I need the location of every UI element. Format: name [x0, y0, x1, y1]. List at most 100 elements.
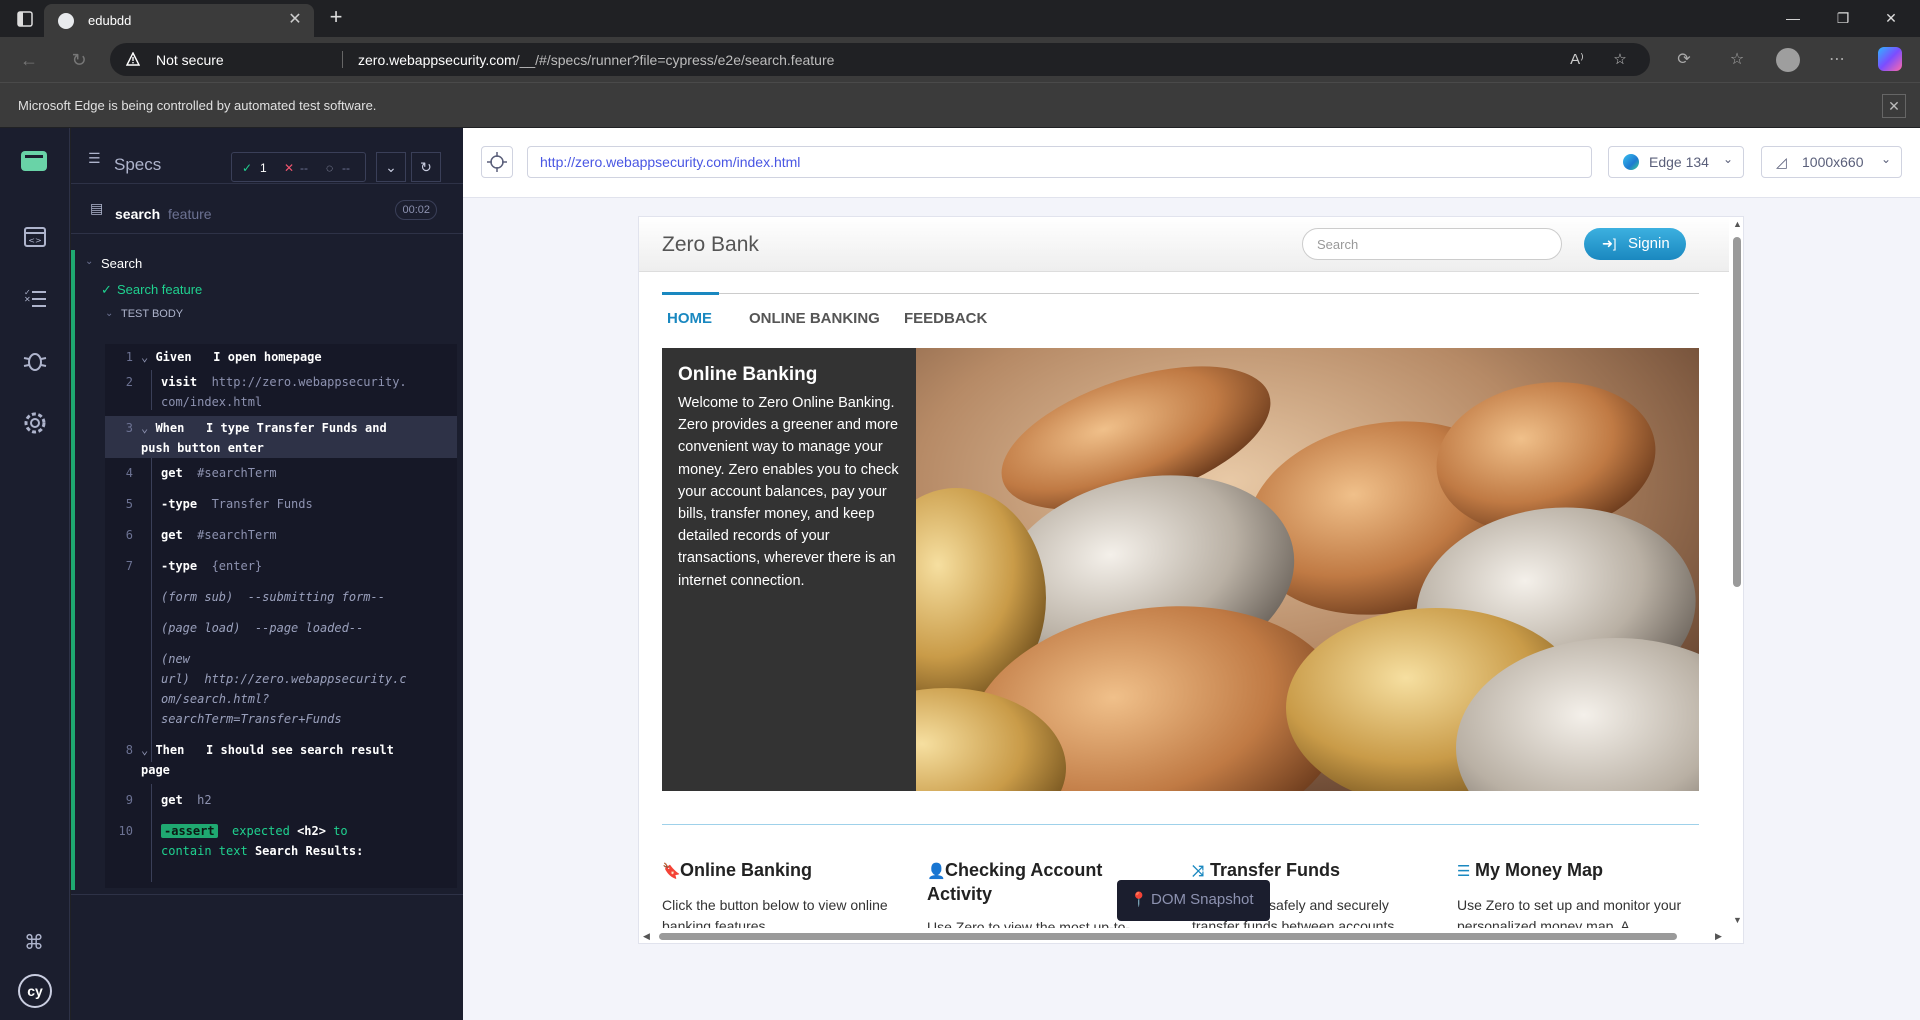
copilot-icon[interactable]: [1878, 47, 1902, 71]
coins-image: [916, 348, 1699, 791]
scroll-thumb[interactable]: [659, 933, 1677, 940]
command-name: visit: [161, 375, 198, 389]
nav-online-banking[interactable]: ONLINE BANKING: [749, 310, 880, 327]
scroll-up-icon[interactable]: ▲: [1733, 219, 1742, 229]
nav-home[interactable]: HOME: [667, 310, 712, 327]
reload-icon[interactable]: ↻: [66, 47, 92, 73]
edge-browser-icon: [1623, 154, 1639, 170]
runner-icon[interactable]: [21, 151, 47, 171]
passed-count: 1: [260, 161, 267, 175]
assert-expected: Search Results:: [254, 844, 364, 858]
site-nav: HOME ONLINE BANKING FEEDBACK: [662, 292, 1699, 333]
tab-title: edubdd: [88, 13, 132, 28]
viewport-selector[interactable]: ◿ 1000x660 ⌄: [1761, 146, 1902, 178]
nav-feedback[interactable]: FEEDBACK: [904, 310, 987, 327]
feature-title: Checking Account Activity: [927, 860, 1103, 904]
close-infobar-icon[interactable]: ✕: [1882, 94, 1906, 118]
aut-header: http://zero.webappsecurity.com/index.htm…: [463, 128, 1920, 198]
step-text: push button enter: [141, 441, 264, 455]
minimize-icon[interactable]: —: [1778, 6, 1808, 30]
scroll-right-icon[interactable]: ▶: [1715, 931, 1722, 942]
assert-message: to: [333, 824, 348, 838]
command-row-active[interactable]: 3 ⌄ When I type Transfer Funds and push b…: [105, 416, 457, 458]
list-icon: ☰: [1457, 863, 1471, 880]
signin-button[interactable]: ➜] Signin: [1584, 228, 1686, 260]
feature-money-map: ☰ My Money Map Use Zero to set up and mon…: [1457, 859, 1697, 937]
cypress-logo-icon: cy: [18, 974, 52, 1008]
svg-text:<>: <>: [28, 236, 41, 245]
back-arrow-icon[interactable]: ←: [16, 47, 42, 73]
horizontal-scrollbar[interactable]: ◀ ▶: [639, 928, 1729, 943]
scroll-down-icon[interactable]: ▼: [1733, 915, 1742, 925]
command-log-reporter: ☰ Specs ✓ 1 ✕ -- ◌ -- ⌄ ↻ ▤ search featu…: [71, 128, 463, 1020]
site-brand[interactable]: Zero Bank: [662, 233, 759, 257]
more-menu-icon[interactable]: ⋯: [1825, 48, 1849, 72]
url-text[interactable]: zero.webappsecurity.com/__/#/specs/runne…: [358, 52, 834, 68]
chevron-down-icon[interactable]: ⌄: [376, 152, 406, 182]
keyboard-shortcuts-icon[interactable]: ⌘: [24, 930, 44, 955]
command-name: get: [161, 528, 183, 542]
suite-title[interactable]: Search: [101, 256, 142, 271]
selector-playground-icon[interactable]: [481, 146, 513, 178]
warning-icon[interactable]: [126, 52, 140, 66]
command-row[interactable]: 1 ⌄ Given I open homepage: [105, 344, 457, 370]
close-tab-icon[interactable]: ✕: [286, 11, 304, 29]
close-window-icon[interactable]: ✕: [1876, 6, 1906, 30]
failed-x-icon: ✕: [284, 161, 295, 175]
feature-title: My Money Map: [1475, 860, 1604, 880]
security-status[interactable]: Not secure: [156, 52, 224, 68]
site-search-input[interactable]: Search: [1302, 228, 1562, 260]
hero-carousel: Online Banking Welcome to Zero Online Ba…: [662, 348, 1699, 791]
debug-bug-icon[interactable]: [20, 346, 50, 376]
favorites-icon[interactable]: ☆: [1725, 48, 1749, 72]
step-text: I type Transfer Funds and: [206, 421, 387, 435]
event-message: --page loaded--: [254, 621, 364, 635]
read-aloud-icon[interactable]: A⁾: [1567, 50, 1587, 70]
event-message: --submitting form--: [247, 590, 385, 604]
line-number: 5: [125, 497, 133, 511]
scroll-left-icon[interactable]: ◀: [643, 931, 650, 942]
specs-label[interactable]: Specs: [114, 155, 161, 175]
viewport-label: 1000x660: [1802, 154, 1864, 170]
body-chevron-icon[interactable]: ⌄: [105, 308, 113, 319]
tab-actions-icon[interactable]: [16, 10, 34, 28]
browser-toolbar: ← ↻ Not secure zero.webappsecurity.com/_…: [0, 37, 1920, 82]
test-title[interactable]: Search feature: [117, 282, 202, 297]
step-keyword: Then: [155, 743, 185, 757]
collapse-chevron-icon[interactable]: ⌄: [85, 256, 93, 267]
browser-tab[interactable]: edubdd ✕: [44, 4, 314, 37]
profile-avatar[interactable]: [1776, 48, 1800, 72]
indent-line: [151, 458, 152, 762]
rerun-icon[interactable]: ↻: [411, 152, 441, 182]
address-bar[interactable]: Not secure zero.webappsecurity.com/__/#/…: [110, 43, 1650, 76]
command-message: Transfer Funds: [211, 497, 313, 511]
event-message: searchTerm=Transfer+Funds: [161, 712, 342, 726]
settings-gear-icon[interactable]: [20, 408, 50, 438]
chevron-down-icon: ⌄: [141, 743, 156, 757]
line-number: 3: [125, 421, 133, 435]
command-name: get: [161, 466, 183, 480]
runs-list-icon[interactable]: ✓ ✕: [20, 284, 50, 314]
command-message: h2: [197, 793, 212, 807]
specs-toggle-icon[interactable]: ☰: [88, 150, 101, 167]
aut-url-bar[interactable]: http://zero.webappsecurity.com/index.htm…: [527, 146, 1592, 178]
failed-count: --: [300, 161, 308, 175]
assert-subject: <h2>: [297, 824, 326, 838]
favorite-star-icon[interactable]: ☆: [1610, 50, 1630, 70]
command-name: get: [161, 793, 183, 807]
vertical-scrollbar[interactable]: ▲ ▼: [1729, 217, 1743, 928]
new-tab-button[interactable]: +: [324, 6, 348, 30]
event-name: url): [161, 672, 190, 686]
specs-icon[interactable]: <>: [20, 222, 50, 252]
dom-snapshot-badge[interactable]: 📍 DOM Snapshot: [1117, 880, 1270, 921]
chevron-down-icon: ⌄: [141, 421, 156, 435]
browser-selector[interactable]: Edge 134 ⌄: [1608, 146, 1744, 178]
restore-icon[interactable]: ❐: [1828, 6, 1858, 30]
url-path: /__/#/specs/runner?file=cypress/e2e/sear…: [515, 52, 835, 68]
command-row[interactable]: 2 visit http://zero.webappsecurity. com/i…: [105, 372, 457, 412]
command-message: {enter}: [211, 559, 263, 573]
step-keyword: Given: [155, 350, 192, 364]
scroll-thumb[interactable]: [1733, 237, 1741, 587]
extensions-icon[interactable]: ⟳: [1672, 48, 1696, 72]
browser-tab-bar: edubdd ✕ + — ❐ ✕: [0, 0, 1920, 37]
